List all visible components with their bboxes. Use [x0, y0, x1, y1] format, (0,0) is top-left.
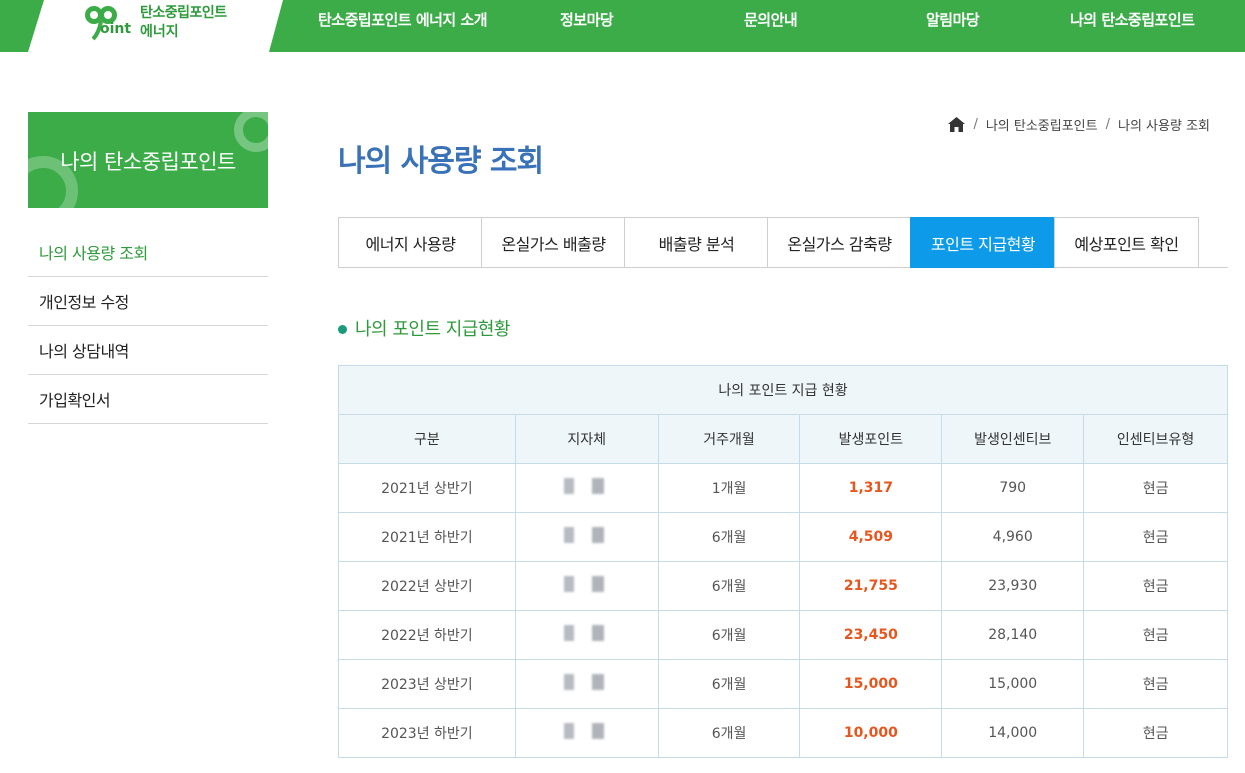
tab-bar: 에너지 사용량 온실가스 배출량 배출량 분석 온실가스 감축량 포인트 지급현…	[338, 217, 1228, 268]
masked-region-cell	[514, 561, 659, 611]
breadcrumb: / 나의 탄소중립포인트 / 나의 사용량 조회	[948, 115, 1210, 134]
table-cell: 2023년 상반기	[338, 659, 516, 709]
sidebar-menu: 나의 사용량 조회 개인정보 수정 나의 상담내역 가입확인서	[28, 228, 268, 424]
table-cell: 23,930	[941, 561, 1085, 611]
table-cell: 6개월	[657, 708, 801, 758]
table-cell: 현금	[1083, 659, 1228, 709]
nav-item-notice[interactable]: 알림마당	[926, 9, 980, 30]
nav-item-my-point[interactable]: 나의 탄소중립포인트	[1070, 9, 1195, 30]
masked-region	[563, 527, 610, 543]
table-body: 2021년 상반기 1개월 1,317 790 현금 2021년 하반기 6개월 4,509 4…	[338, 463, 1228, 758]
table-header-row: 구분 지자체 거주개월 발생포인트 발생인센티브 인센티브유형	[338, 414, 1228, 464]
point-value-cell: 10,000	[799, 708, 943, 758]
sidebar-item-profile[interactable]: 개인정보 수정	[28, 277, 268, 326]
sidebar-item-certificate[interactable]: 가입확인서	[28, 375, 268, 424]
breadcrumb-item-current: 나의 사용량 조회	[1118, 119, 1210, 134]
section-title: 나의 포인트 지급현황	[338, 315, 510, 341]
nav-item-info[interactable]: 정보마당	[560, 9, 614, 30]
table-row: 2023년 하반기 6개월 10,000 14,000 현금	[338, 708, 1228, 758]
table-cell: 2022년 하반기	[338, 610, 516, 660]
table-cell: 2022년 상반기	[338, 561, 516, 611]
table-row: 2021년 하반기 6개월 4,509 4,960 현금	[338, 512, 1228, 562]
table-cell: 현금	[1083, 708, 1228, 758]
table-cell: 6개월	[657, 561, 801, 611]
table-header-cell: 인센티브유형	[1083, 414, 1228, 464]
table-cell: 4,960	[941, 512, 1085, 562]
sidebar-item-usage[interactable]: 나의 사용량 조회	[28, 228, 268, 277]
table-row: 2023년 상반기 6개월 15,000 15,000 현금	[338, 659, 1228, 709]
table-caption: 나의 포인트 지급 현황	[338, 365, 1228, 415]
table-cell: 14,000	[941, 708, 1085, 758]
nav-item-inquiry[interactable]: 문의안내	[744, 9, 798, 30]
breadcrumb-separator: /	[1105, 117, 1110, 132]
section-title-text: 나의 포인트 지급현황	[355, 319, 510, 340]
point-value-cell: 4,509	[799, 512, 943, 562]
point-payment-table: 나의 포인트 지급 현황 구분 지자체 거주개월 발생포인트 발생인센티브 인센티브유형 …	[338, 365, 1228, 758]
masked-region	[563, 723, 610, 739]
table-cell: 현금	[1083, 512, 1228, 562]
tab-ghg-emission[interactable]: 온실가스 배출량	[481, 217, 625, 268]
top-navigation-bar: oint 탄소중립포인트 에너지 탄소중립포인트 에너지 소개 정보마당 문의안…	[0, 0, 1245, 52]
masked-region-cell	[514, 463, 659, 513]
table-cell: 15,000	[941, 659, 1085, 709]
table-cell: 2021년 하반기	[338, 512, 516, 562]
breadcrumb-separator: /	[973, 117, 978, 132]
logo-subtitle: 에너지	[140, 24, 179, 40]
tab-emission-analysis[interactable]: 배출량 분석	[624, 217, 768, 268]
sidebar-header: 나의 탄소중립포인트	[28, 112, 268, 208]
site-logo[interactable]: oint 탄소중립포인트 에너지	[28, 0, 283, 52]
point-value-cell: 1,317	[799, 463, 943, 513]
table-header-cell: 거주개월	[657, 414, 801, 464]
masked-region-cell	[514, 610, 659, 660]
table-cell: 현금	[1083, 610, 1228, 660]
table-row: 2022년 상반기 6개월 21,755 23,930 현금	[338, 561, 1228, 611]
table-header-cell: 발생포인트	[799, 414, 943, 464]
masked-region	[563, 478, 610, 494]
masked-region-cell	[514, 659, 659, 709]
point-value-cell: 21,755	[799, 561, 943, 611]
nav-item-intro[interactable]: 탄소중립포인트 에너지 소개	[318, 9, 488, 30]
table-cell: 현금	[1083, 561, 1228, 611]
masked-region-cell	[514, 708, 659, 758]
table-cell: 6개월	[657, 610, 801, 660]
bullet-dot-icon	[338, 324, 347, 334]
point-value-cell: 15,000	[799, 659, 943, 709]
home-icon[interactable]	[948, 117, 966, 132]
breadcrumb-item[interactable]: 나의 탄소중립포인트	[986, 115, 1098, 134]
table-cell: 28,140	[941, 610, 1085, 660]
table-cell: 6개월	[657, 659, 801, 709]
table-cell: 1개월	[657, 463, 801, 513]
logo-title: 탄소중립포인트	[140, 5, 227, 21]
point-value-cell: 23,450	[799, 610, 943, 660]
table-header-cell: 지자체	[514, 414, 659, 464]
sidebar-item-consultation[interactable]: 나의 상담내역	[28, 326, 268, 375]
table-cell: 6개월	[657, 512, 801, 562]
logo-oint-text: oint	[100, 21, 132, 37]
masked-region	[563, 576, 610, 592]
tab-ghg-reduction[interactable]: 온실가스 감축량	[767, 217, 911, 268]
masked-region	[563, 625, 610, 641]
tab-expected-point[interactable]: 예상포인트 확인	[1054, 217, 1199, 268]
table-row: 2022년 하반기 6개월 23,450 28,140 현금	[338, 610, 1228, 660]
sidebar-title: 나의 탄소중립포인트	[60, 150, 236, 174]
table-row: 2021년 상반기 1개월 1,317 790 현금	[338, 463, 1228, 513]
table-header-cell: 발생인센티브	[941, 414, 1085, 464]
masked-region-cell	[514, 512, 659, 562]
table-cell: 2021년 상반기	[338, 463, 516, 513]
masked-region	[563, 674, 610, 690]
table-cell: 790	[941, 463, 1085, 513]
tab-point-payment[interactable]: 포인트 지급현황	[910, 217, 1055, 268]
table-header-cell: 구분	[338, 414, 516, 464]
table-cell: 2023년 하반기	[338, 708, 516, 758]
tab-energy-usage[interactable]: 에너지 사용량	[338, 217, 482, 268]
page-title: 나의 사용량 조회	[338, 144, 544, 179]
table-cell: 현금	[1083, 463, 1228, 513]
